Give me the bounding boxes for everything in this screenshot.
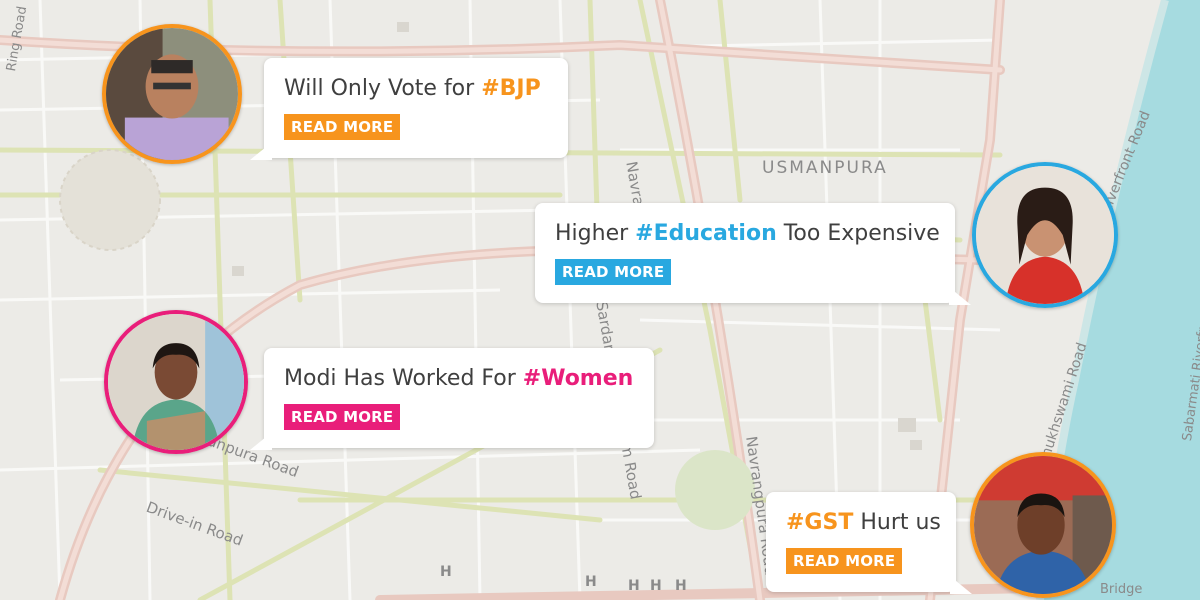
story-card-education[interactable]: Higher #Education Too Expensive READ MOR… bbox=[535, 203, 971, 305]
avatar-bjp-voter[interactable] bbox=[102, 24, 242, 164]
headline-text: Modi Has Worked For bbox=[284, 366, 523, 391]
hashtag[interactable]: #BJP bbox=[481, 76, 541, 101]
avatar-women-voter[interactable] bbox=[104, 310, 248, 454]
map-marker-h: H bbox=[585, 574, 597, 590]
headline-text: Too Expensive bbox=[776, 221, 940, 246]
story-headline: Will Only Vote for #BJP bbox=[284, 74, 548, 104]
read-more-button[interactable]: READ MORE bbox=[284, 404, 401, 430]
story-headline: Higher #Education Too Expensive bbox=[555, 219, 940, 249]
road-label-bridge: Bridge bbox=[1100, 582, 1143, 597]
hashtag[interactable]: #Women bbox=[523, 366, 634, 391]
story-card-women[interactable]: Modi Has Worked For #Women READ MORE bbox=[250, 348, 654, 450]
hashtag[interactable]: #GST bbox=[786, 510, 853, 535]
avatar-gst-protester[interactable] bbox=[970, 452, 1116, 598]
read-more-button[interactable]: READ MORE bbox=[786, 548, 903, 574]
map-marker-h: H bbox=[440, 564, 452, 580]
avatar-education-student[interactable] bbox=[972, 162, 1118, 308]
headline-text: Higher bbox=[555, 221, 636, 246]
story-headline: #GST Hurt us bbox=[786, 508, 941, 538]
read-more-button[interactable]: READ MORE bbox=[555, 259, 672, 285]
headline-text: Hurt us bbox=[853, 510, 941, 535]
story-card-gst[interactable]: #GST Hurt us READ MORE bbox=[766, 492, 972, 594]
map-marker-h: H bbox=[650, 578, 662, 594]
story-headline: Modi Has Worked For #Women bbox=[284, 364, 634, 394]
map-marker-h: H bbox=[675, 578, 687, 594]
map-marker-h: H bbox=[628, 578, 640, 594]
headline-text: Will Only Vote for bbox=[284, 76, 482, 101]
hashtag[interactable]: #Education bbox=[635, 221, 777, 246]
area-label-usmanpura: USMANPURA bbox=[762, 158, 888, 178]
read-more-button[interactable]: READ MORE bbox=[284, 114, 401, 140]
story-card-bjp[interactable]: Will Only Vote for #BJP READ MORE bbox=[250, 58, 568, 160]
